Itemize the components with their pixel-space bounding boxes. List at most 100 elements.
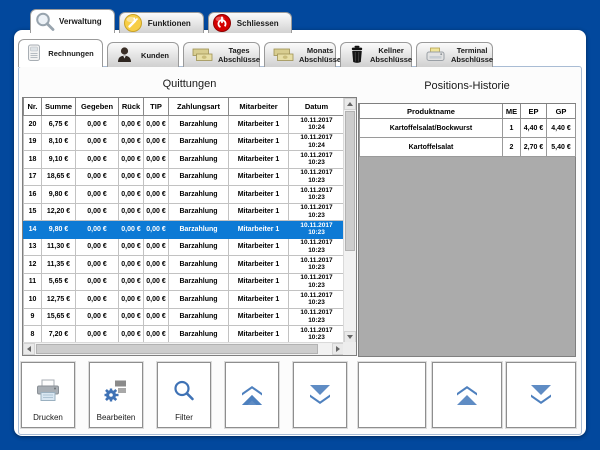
double-chevron-down-icon (306, 384, 334, 406)
datum-date: 10.11.2017 (289, 274, 344, 282)
cell-rueck: 0,00 € (119, 168, 144, 186)
tab-rechnungen[interactable]: Rechnungen (18, 39, 103, 67)
cell-gegeben: 0,00 € (76, 186, 119, 204)
cell-datum: 10.11.201710:23 (289, 221, 345, 239)
cell-zahlungsart: Barzahlung (169, 221, 229, 239)
column-header[interactable]: Nr. (24, 98, 42, 116)
edit-gear-icon (102, 378, 130, 404)
column-header[interactable]: Zahlungsart (169, 98, 229, 116)
double-chevron-down-icon (527, 384, 555, 406)
tab-kunden[interactable]: Kunden (107, 42, 179, 67)
tab-tages-abschluesse[interactable]: Tages Abschlüsse (183, 42, 260, 67)
table-row[interactable]: 1211,35 €0,00 €0,00 €0,00 €BarzahlungMit… (24, 256, 345, 274)
cell-nr: 8 (24, 326, 42, 344)
horizontal-scroll-thumb[interactable] (36, 344, 318, 354)
table-row[interactable]: 1718,65 €0,00 €0,00 €0,00 €BarzahlungMit… (24, 168, 345, 186)
scroll-page-up-button[interactable] (225, 362, 279, 428)
cell-tip: 0,00 € (144, 256, 169, 274)
down-arrow-icon (347, 335, 353, 339)
column-header[interactable]: Rück (119, 98, 144, 116)
money-icon (192, 47, 213, 64)
column-header[interactable]: Produktname (360, 104, 503, 119)
cell-rueck: 0,00 € (119, 273, 144, 291)
cell-gegeben: 0,00 € (76, 291, 119, 309)
column-header[interactable]: TIP (144, 98, 169, 116)
table-row[interactable]: 169,80 €0,00 €0,00 €0,00 €BarzahlungMita… (24, 186, 345, 204)
datum-time: 10:23 (289, 264, 344, 272)
cell-datum: 10.11.201710:23 (289, 273, 345, 291)
vertical-scroll-thumb[interactable] (345, 111, 355, 251)
bearbeiten-button[interactable]: Bearbeiten (89, 362, 143, 428)
cell-zahlungsart: Barzahlung (169, 203, 229, 221)
magnifier-icon (34, 11, 56, 33)
terminal-icon (425, 46, 446, 65)
table-row[interactable]: Kartoffelsalat/Bockwurst14,40 €4,40 € (360, 119, 576, 138)
datum-time: 10:23 (289, 159, 344, 167)
cell-tip: 0,00 € (144, 186, 169, 204)
cell-mitarbeiter: Mitarbeiter 1 (229, 116, 289, 134)
table-row[interactable]: 149,80 €0,00 €0,00 €0,00 €BarzahlungMita… (24, 221, 345, 239)
tab-terminal-abschluesse[interactable]: Terminal Abschlüsse (416, 42, 493, 67)
scroll-left-button[interactable] (23, 343, 35, 355)
drucken-button[interactable]: Drucken (21, 362, 75, 428)
button-label: Bearbeiten (90, 413, 142, 422)
receipts-title: Quittungen (22, 78, 357, 90)
cell-mitarbeiter: Mitarbeiter 1 (229, 186, 289, 204)
filter-button[interactable]: Filter (157, 362, 211, 428)
cell-mitarbeiter: Mitarbeiter 1 (229, 238, 289, 256)
table-row[interactable]: 198,10 €0,00 €0,00 €0,00 €BarzahlungMita… (24, 133, 345, 151)
column-header[interactable]: Summe (42, 98, 76, 116)
cell-gegeben: 0,00 € (76, 308, 119, 326)
cell-mitarbeiter: Mitarbeiter 1 (229, 273, 289, 291)
cell-rueck: 0,00 € (119, 203, 144, 221)
positions-scroll-up-button[interactable] (432, 362, 502, 428)
cell-mitarbeiter: Mitarbeiter 1 (229, 168, 289, 186)
tab-kellner-abschluesse[interactable]: Kellner Abschlüsse (340, 42, 412, 67)
cell-summe: 9,80 € (42, 186, 76, 204)
table-row[interactable]: 206,75 €0,00 €0,00 €0,00 €BarzahlungMita… (24, 116, 345, 134)
waiter-vest-icon (349, 45, 365, 66)
column-header[interactable]: GP (547, 104, 576, 119)
cell-gp: 5,40 € (547, 138, 576, 157)
cell-nr: 9 (24, 308, 42, 326)
cell-datum: 10.11.201710:24 (289, 133, 345, 151)
cell-gegeben: 0,00 € (76, 326, 119, 344)
scroll-up-button[interactable] (344, 98, 356, 110)
cell-tip: 0,00 € (144, 116, 169, 134)
tab-label: Schliessen (237, 19, 279, 28)
table-row[interactable]: 915,65 €0,00 €0,00 €0,00 €BarzahlungMita… (24, 308, 345, 326)
column-header[interactable]: EP (521, 104, 547, 119)
tab-verwaltung[interactable]: Verwaltung (30, 9, 115, 33)
table-row[interactable]: 115,65 €0,00 €0,00 €0,00 €BarzahlungMita… (24, 273, 345, 291)
cell-nr: 14 (24, 221, 42, 239)
tab-label-line2: Abschlüsse (299, 55, 341, 64)
cell-rueck: 0,00 € (119, 116, 144, 134)
table-row[interactable]: 189,10 €0,00 €0,00 €0,00 €BarzahlungMita… (24, 151, 345, 169)
cell-gegeben: 0,00 € (76, 133, 119, 151)
column-header[interactable]: Datum (289, 98, 345, 116)
datum-time: 10:23 (289, 212, 344, 220)
column-header[interactable]: ME (503, 104, 521, 119)
vertical-scrollbar[interactable] (343, 98, 356, 343)
cell-tip: 0,00 € (144, 133, 169, 151)
table-row[interactable]: 1311,30 €0,00 €0,00 €0,00 €BarzahlungMit… (24, 238, 345, 256)
cell-tip: 0,00 € (144, 273, 169, 291)
tab-monats-abschluesse[interactable]: Monats Abschlüsse (264, 42, 336, 67)
table-row[interactable]: 87,20 €0,00 €0,00 €0,00 €BarzahlungMitar… (24, 326, 345, 344)
column-header[interactable]: Gegeben (76, 98, 119, 116)
cell-mitarbeiter: Mitarbeiter 1 (229, 151, 289, 169)
blank-button[interactable] (358, 362, 426, 428)
datum-date: 10.11.2017 (289, 204, 344, 212)
table-row[interactable]: 1512,20 €0,00 €0,00 €0,00 €BarzahlungMit… (24, 203, 345, 221)
column-header[interactable]: Mitarbeiter (229, 98, 289, 116)
cell-summe: 11,35 € (42, 256, 76, 274)
table-row[interactable]: 1012,75 €0,00 €0,00 €0,00 €BarzahlungMit… (24, 291, 345, 309)
table-row[interactable]: Kartoffelsalat22,70 €5,40 € (360, 138, 576, 157)
cell-name: Kartoffelsalat (360, 138, 503, 157)
tab-funktionen[interactable]: Funktionen (119, 12, 204, 33)
positions-scroll-down-button[interactable] (506, 362, 576, 428)
scroll-page-down-button[interactable] (293, 362, 347, 428)
cell-gp: 4,40 € (547, 119, 576, 138)
tab-schliessen[interactable]: Schliessen (208, 12, 292, 33)
horizontal-scrollbar[interactable] (23, 342, 344, 355)
